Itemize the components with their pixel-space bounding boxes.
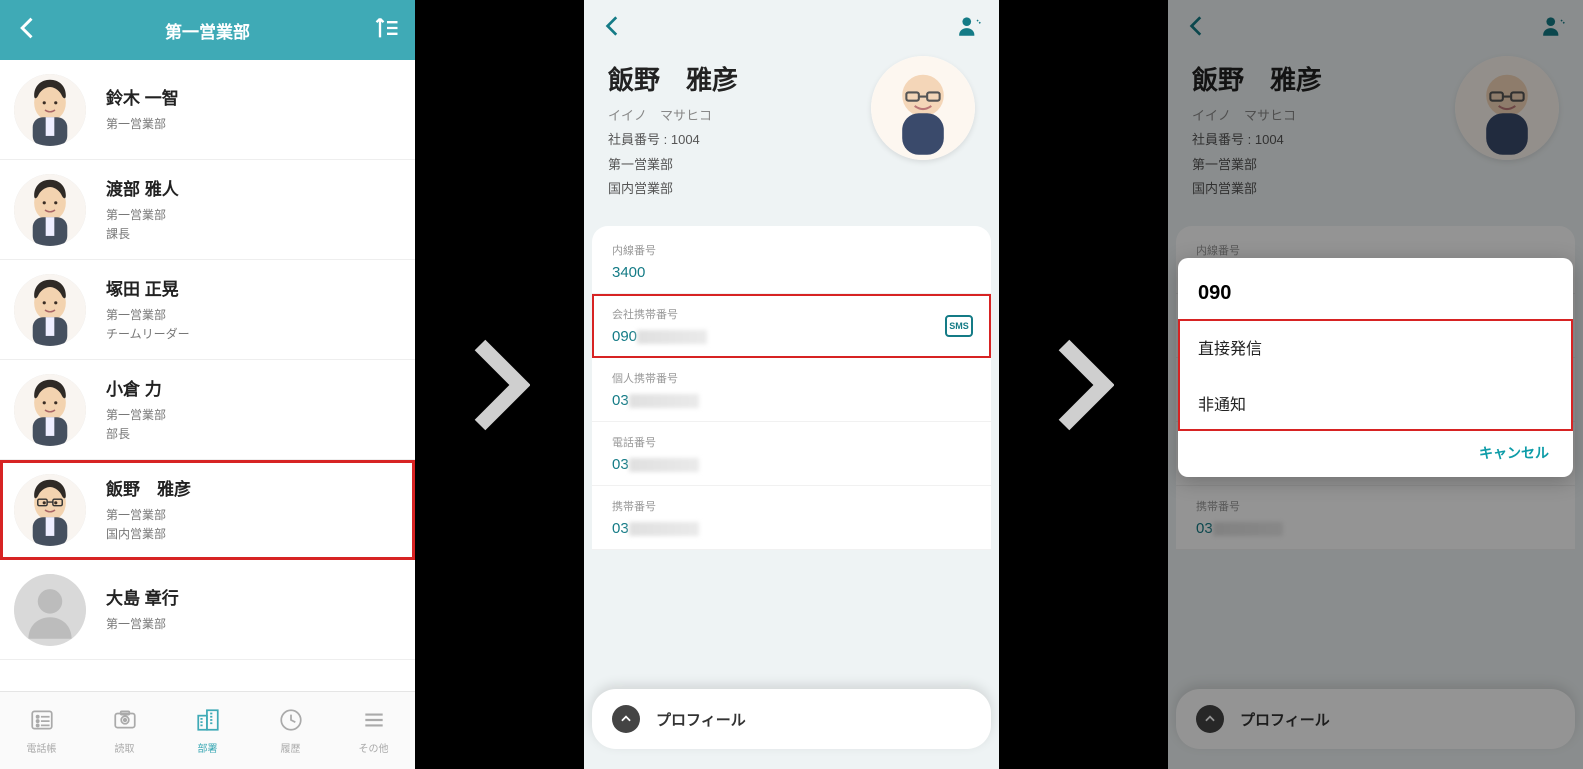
screen-contact-list: 第一営業部 鈴木 一智第一営業部渡部 雅人第一営業部課長塚田 正晃第一営業部チー…	[0, 0, 415, 769]
profile-expand-bar[interactable]: プロフィール	[592, 689, 991, 749]
profile-summary: 飯野 雅彦 イイノ マサヒコ 社員番号 : 1004 第一営業部 国内営業部	[584, 56, 999, 226]
masked-number	[1235, 284, 1345, 304]
contact-item[interactable]: 小倉 力第一営業部部長	[0, 360, 415, 460]
sms-icon[interactable]: SMS	[945, 315, 973, 337]
tab-label: 履歴	[281, 740, 301, 755]
tab-部署[interactable]: 部署	[166, 692, 249, 769]
back-icon[interactable]	[600, 13, 626, 44]
contact-item[interactable]: 塚田 正晃第一営業部チームリーダー	[0, 260, 415, 360]
contact-item[interactable]: 渡部 雅人第一営業部課長	[0, 160, 415, 260]
phone-row[interactable]: 携帯番号 03	[592, 486, 991, 550]
contact-name: 塚田 正晃	[106, 275, 190, 300]
row-value: 090	[612, 328, 971, 345]
masked-number	[629, 394, 699, 408]
header: 第一営業部	[0, 0, 415, 60]
header-title: 第一営業部	[42, 18, 373, 43]
row-value: 03	[612, 392, 971, 409]
contact-sub: 第一営業部	[106, 206, 179, 225]
contact-sub: チームリーダー	[106, 325, 190, 344]
contact-item[interactable]: 飯野 雅彦第一営業部国内営業部	[0, 460, 415, 560]
contact-sub: 第一営業部	[106, 115, 179, 134]
avatar	[14, 74, 86, 146]
sort-icon[interactable]	[373, 14, 401, 47]
row-label: 電話番号	[612, 434, 971, 450]
phone-list: 内線番号 3400 会社携帯番号 090SMS 個人携帯番号 03 電話番号 03 携帯番号 03	[592, 226, 991, 550]
tab-読取[interactable]: 読取	[83, 692, 166, 769]
contact-sub: 第一営業部	[106, 615, 179, 634]
row-value: 03	[612, 456, 971, 473]
call-dialog: 090 直接発信 非通知 キャンセル	[1178, 258, 1573, 477]
contact-name: 小倉 力	[106, 375, 166, 400]
row-label: 会社携帯番号	[612, 306, 971, 322]
chevron-up-icon	[612, 705, 640, 733]
contact-sub: 第一営業部	[106, 406, 166, 425]
option-anonymous[interactable]: 非通知	[1178, 375, 1573, 431]
row-value: 3400	[612, 264, 971, 281]
tab-bar: 電話帳 読取 部署 履歴 その他	[0, 691, 415, 769]
tab-label: 読取	[115, 740, 135, 755]
tab-その他[interactable]: その他	[332, 692, 415, 769]
tab-電話帳[interactable]: 電話帳	[0, 692, 83, 769]
contact-name: 鈴木 一智	[106, 84, 179, 109]
tab-label: 電話帳	[27, 740, 57, 755]
phone-row[interactable]: 内線番号 3400	[592, 230, 991, 294]
contact-list: 鈴木 一智第一営業部渡部 雅人第一営業部課長塚田 正晃第一営業部チームリーダー小…	[0, 60, 415, 691]
org-2: 国内営業部	[608, 177, 975, 202]
dialog-title: 090	[1178, 276, 1573, 319]
screen-dialog: 飯野 雅彦 イイノ マサヒコ 社員番号 : 1004 第一営業部 国内営業部 内…	[1168, 0, 1583, 769]
tab-label: その他	[359, 740, 389, 755]
phone-row[interactable]: 電話番号 03	[592, 422, 991, 486]
tab-icon	[193, 707, 223, 736]
flow-arrow	[999, 335, 1168, 435]
empno-value: 1004	[671, 132, 700, 147]
flow-arrow	[415, 335, 584, 435]
tab-icon	[110, 707, 140, 736]
contact-name: 飯野 雅彦	[106, 475, 191, 500]
back-icon[interactable]	[14, 14, 42, 47]
row-label: 携帯番号	[612, 498, 971, 514]
avatar	[14, 574, 86, 646]
option-direct-call[interactable]: 直接発信	[1178, 319, 1573, 375]
avatar	[14, 474, 86, 546]
masked-number	[637, 330, 707, 344]
phone-row[interactable]: 個人携帯番号 03	[592, 358, 991, 422]
row-label: 個人携帯番号	[612, 370, 971, 386]
tab-icon	[276, 707, 306, 736]
profile-bar-label: プロフィール	[656, 709, 746, 730]
add-contact-icon[interactable]	[957, 13, 983, 44]
row-label: 内線番号	[612, 242, 971, 258]
contact-item[interactable]: 鈴木 一智第一営業部	[0, 60, 415, 160]
dialog-options: 直接発信 非通知	[1178, 319, 1573, 431]
contact-sub: 部長	[106, 425, 166, 444]
contact-name: 大島 章行	[106, 584, 179, 609]
tab-icon	[27, 707, 57, 736]
cancel-button[interactable]: キャンセル	[1178, 431, 1573, 467]
avatar	[14, 174, 86, 246]
masked-number	[629, 458, 699, 472]
contact-sub: 第一営業部	[106, 306, 190, 325]
masked-number	[629, 522, 699, 536]
contact-sub: 国内営業部	[106, 525, 191, 544]
contact-name: 渡部 雅人	[106, 175, 179, 200]
screen-profile: 飯野 雅彦 イイノ マサヒコ 社員番号 : 1004 第一営業部 国内営業部 内…	[584, 0, 999, 769]
tab-icon	[359, 707, 389, 736]
contact-sub: 第一営業部	[106, 506, 191, 525]
row-value: 03	[612, 520, 971, 537]
tab-label: 部署	[198, 740, 218, 755]
tab-履歴[interactable]: 履歴	[249, 692, 332, 769]
profile-header	[584, 0, 999, 56]
avatar	[14, 374, 86, 446]
empno-label: 社員番号 :	[608, 132, 667, 147]
contact-sub: 課長	[106, 225, 179, 244]
phone-row[interactable]: 会社携帯番号 090SMS	[592, 294, 991, 358]
avatar	[14, 274, 86, 346]
profile-avatar	[871, 56, 975, 160]
contact-item[interactable]: 大島 章行第一営業部	[0, 560, 415, 660]
